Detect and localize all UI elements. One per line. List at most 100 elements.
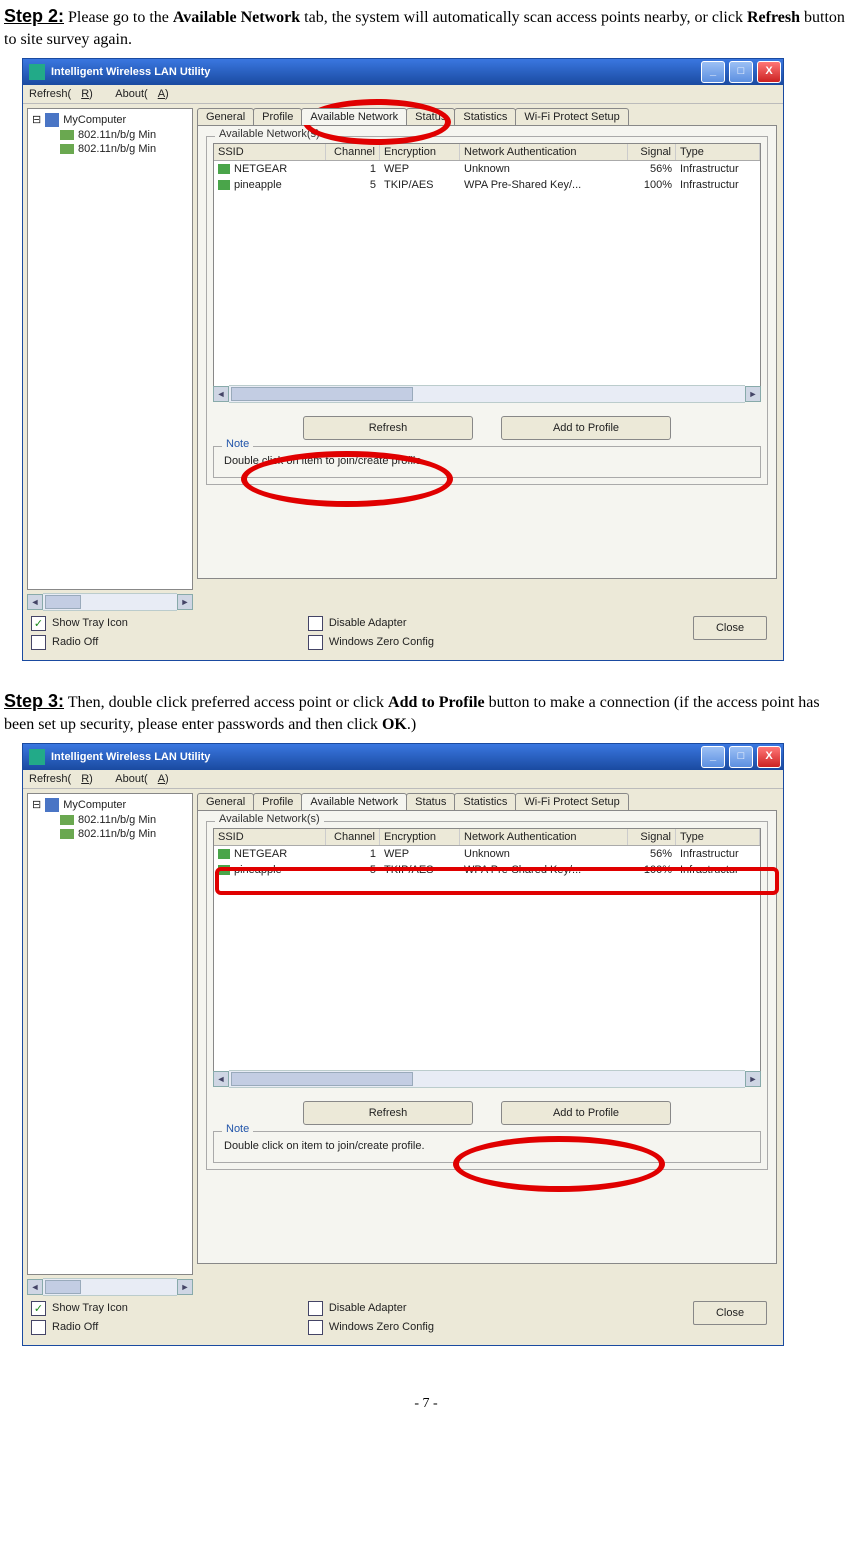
app-icon	[29, 64, 45, 80]
close-button[interactable]: Close	[693, 616, 767, 640]
tabs: General Profile Available Network Status…	[197, 108, 777, 125]
network-row[interactable]: NETGEAR 1 WEP Unknown 56% Infrastructur	[214, 161, 760, 177]
col-ssid[interactable]: SSID	[214, 144, 326, 160]
col-signal[interactable]: Signal	[628, 144, 676, 160]
tab-statistics[interactable]: Statistics	[454, 108, 516, 125]
list-scrollbar[interactable]: ◄ ►	[213, 1071, 761, 1087]
available-networks-group: Available Network(s) SSID Channel Encryp…	[206, 136, 768, 485]
tab-profile[interactable]: Profile	[253, 793, 302, 810]
titlebar[interactable]: Intelligent Wireless LAN Utility _ □ X	[23, 59, 783, 85]
signal-icon	[218, 865, 230, 875]
scroll-thumb[interactable]	[231, 1072, 413, 1086]
col-type[interactable]: Type	[676, 829, 760, 845]
scroll-left-button[interactable]: ◄	[213, 1071, 229, 1087]
network-list[interactable]: SSID Channel Encryption Network Authenti…	[213, 143, 761, 387]
scroll-left-button[interactable]: ◄	[213, 386, 229, 402]
tree-item[interactable]: 802.11n/b/g Min	[60, 828, 188, 840]
col-ssid[interactable]: SSID	[214, 829, 326, 845]
titlebar[interactable]: Intelligent Wireless LAN Utility _ □ X	[23, 744, 783, 770]
device-tree[interactable]: ⊟MyComputer 802.11n/b/g Min 802.11n/b/g …	[27, 108, 193, 590]
tab-status[interactable]: Status	[406, 793, 455, 810]
scroll-thumb[interactable]	[45, 1280, 81, 1294]
close-window-button[interactable]: X	[757, 746, 781, 768]
tree-root[interactable]: ⊟MyComputer	[32, 798, 188, 812]
scroll-right-button[interactable]: ►	[745, 386, 761, 402]
tab-profile[interactable]: Profile	[253, 108, 302, 125]
scroll-thumb[interactable]	[45, 595, 81, 609]
network-list[interactable]: SSID Channel Encryption Network Authenti…	[213, 828, 761, 1072]
scroll-left-button[interactable]: ◄	[27, 594, 43, 610]
check-wzc[interactable]: Windows Zero Config	[308, 1320, 434, 1335]
computer-icon	[45, 113, 59, 127]
network-row[interactable]: NETGEAR 1 WEP Unknown 56% Infrastructur	[214, 846, 760, 862]
page-number: - 7 -	[4, 1396, 848, 1412]
menu-about[interactable]: About(A)	[115, 773, 178, 785]
col-type[interactable]: Type	[676, 144, 760, 160]
tree-scrollbar[interactable]: ◄ ►	[27, 594, 193, 610]
tab-available-network[interactable]: Available Network	[301, 108, 407, 125]
refresh-button[interactable]: Refresh	[303, 1101, 473, 1125]
checkbox-icon	[31, 1320, 46, 1335]
tab-general[interactable]: General	[197, 108, 254, 125]
scroll-left-button[interactable]: ◄	[27, 1279, 43, 1295]
col-channel[interactable]: Channel	[326, 829, 380, 845]
group-legend: Available Network(s)	[215, 813, 324, 825]
bottom-bar: ✓Show Tray Icon Radio Off Disable Adapte…	[23, 1295, 783, 1345]
list-header: SSID Channel Encryption Network Authenti…	[214, 144, 760, 161]
check-wzc[interactable]: Windows Zero Config	[308, 635, 434, 650]
close-button[interactable]: Close	[693, 1301, 767, 1325]
col-auth[interactable]: Network Authentication	[460, 829, 628, 845]
step3-label: Step 3:	[4, 691, 64, 711]
tree-item[interactable]: 802.11n/b/g Min	[60, 814, 188, 826]
minimize-button[interactable]: _	[701, 746, 725, 768]
check-disable-adapter[interactable]: Disable Adapter	[308, 616, 434, 631]
nic-icon	[60, 815, 74, 825]
menu-about[interactable]: About(A)	[115, 88, 178, 100]
menu-refresh[interactable]: Refresh(R)	[29, 88, 103, 100]
tab-statistics[interactable]: Statistics	[454, 793, 516, 810]
scroll-right-button[interactable]: ►	[745, 1071, 761, 1087]
col-channel[interactable]: Channel	[326, 144, 380, 160]
check-show-tray[interactable]: ✓Show Tray Icon	[31, 616, 128, 631]
maximize-button[interactable]: □	[729, 61, 753, 83]
signal-icon	[218, 180, 230, 190]
tab-wifi-protect-setup[interactable]: Wi-Fi Protect Setup	[515, 108, 628, 125]
check-show-tray[interactable]: ✓Show Tray Icon	[31, 1301, 128, 1316]
refresh-button[interactable]: Refresh	[303, 416, 473, 440]
check-radio-off[interactable]: Radio Off	[31, 635, 128, 650]
device-tree[interactable]: ⊟MyComputer 802.11n/b/g Min 802.11n/b/g …	[27, 793, 193, 1275]
col-encryption[interactable]: Encryption	[380, 829, 460, 845]
nic-icon	[60, 829, 74, 839]
list-scrollbar[interactable]: ◄ ►	[213, 386, 761, 402]
tab-status[interactable]: Status	[406, 108, 455, 125]
tab-wifi-protect-setup[interactable]: Wi-Fi Protect Setup	[515, 793, 628, 810]
scroll-right-button[interactable]: ►	[177, 1279, 193, 1295]
check-radio-off[interactable]: Radio Off	[31, 1320, 128, 1335]
available-networks-group: Available Network(s) SSID Channel Encryp…	[206, 821, 768, 1170]
col-encryption[interactable]: Encryption	[380, 144, 460, 160]
add-to-profile-button[interactable]: Add to Profile	[501, 416, 671, 440]
network-row[interactable]: pineapple 5 TKIP/AES WPA Pre-Shared Key/…	[214, 177, 760, 193]
check-disable-adapter[interactable]: Disable Adapter	[308, 1301, 434, 1316]
checkbox-icon	[31, 635, 46, 650]
tree-scrollbar[interactable]: ◄ ►	[27, 1279, 193, 1295]
tree-item[interactable]: 802.11n/b/g Min	[60, 129, 188, 141]
network-row-selected[interactable]: pineapple 5 TKIP/AES WPA Pre-Shared Key/…	[214, 862, 760, 878]
maximize-button[interactable]: □	[729, 746, 753, 768]
tab-available-network[interactable]: Available Network	[301, 793, 407, 810]
col-auth[interactable]: Network Authentication	[460, 144, 628, 160]
step3-paragraph: Step 3: Then, double click preferred acc…	[4, 689, 848, 737]
tree-root[interactable]: ⊟MyComputer	[32, 113, 188, 127]
menubar: Refresh(R) About(A)	[23, 85, 783, 104]
tree-item[interactable]: 802.11n/b/g Min	[60, 143, 188, 155]
tab-general[interactable]: General	[197, 793, 254, 810]
close-window-button[interactable]: X	[757, 61, 781, 83]
note-legend: Note	[222, 1123, 253, 1135]
scroll-thumb[interactable]	[231, 387, 413, 401]
scroll-right-button[interactable]: ►	[177, 594, 193, 610]
menu-refresh[interactable]: Refresh(R)	[29, 773, 103, 785]
col-signal[interactable]: Signal	[628, 829, 676, 845]
add-to-profile-button[interactable]: Add to Profile	[501, 1101, 671, 1125]
minimize-button[interactable]: _	[701, 61, 725, 83]
note-text: Double click on item to join/create prof…	[224, 455, 425, 467]
